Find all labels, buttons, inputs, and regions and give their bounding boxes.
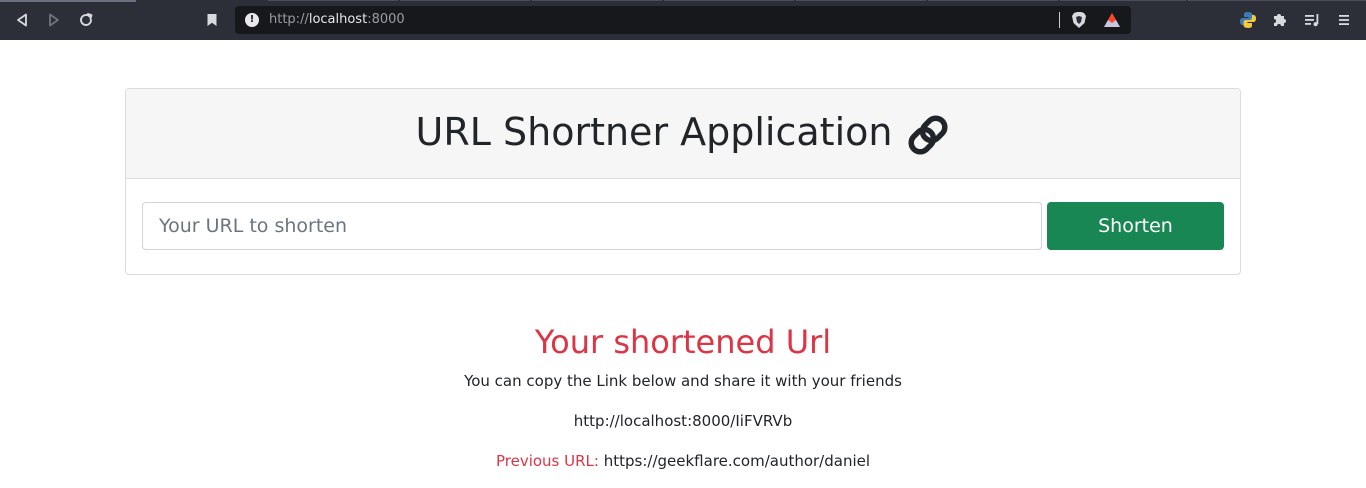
address-divider xyxy=(1059,12,1060,28)
previous-url-line: Previous URL: https://geekflare.com/auth… xyxy=(0,451,1366,471)
address-text[interactable]: http://localhost:8000 xyxy=(269,11,405,29)
forward-icon xyxy=(49,13,59,27)
back-icon xyxy=(17,13,27,27)
address-port: :8000 xyxy=(367,12,405,27)
shortened-url[interactable]: http://localhost:8000/IiFVRVb xyxy=(0,411,1366,431)
address-host: localhost xyxy=(308,12,368,27)
shorten-button[interactable]: Shorten xyxy=(1047,202,1224,250)
browser-toolbar: ! http://localhost:8000 xyxy=(0,0,1366,40)
card-header: URL Shortner Application xyxy=(126,89,1240,179)
tab-strip xyxy=(0,0,1366,2)
hamburger-menu-icon[interactable] xyxy=(1334,10,1354,30)
result-heading: Your shortened Url xyxy=(534,323,832,361)
previous-url-value[interactable]: https://geekflare.com/author/daniel xyxy=(604,452,870,470)
tab-segment xyxy=(928,0,1058,1)
tab-segment xyxy=(664,0,794,1)
info-icon[interactable]: ! xyxy=(245,13,259,27)
link-icon xyxy=(908,114,948,155)
active-tab-indicator xyxy=(0,0,136,2)
bookmark-icon xyxy=(207,14,217,26)
playlist-icon[interactable] xyxy=(1302,10,1322,30)
brave-rewards-icon[interactable] xyxy=(1103,12,1121,28)
tab-segment xyxy=(532,0,662,1)
page-title-text: URL Shortner Application xyxy=(415,110,893,154)
back-button[interactable] xyxy=(12,10,32,30)
bookmark-button[interactable] xyxy=(202,10,222,30)
previous-url-label: Previous URL: xyxy=(495,452,599,470)
brave-shield-icon[interactable] xyxy=(1071,11,1087,29)
tab-segment xyxy=(400,0,530,1)
tab-segment xyxy=(1188,0,1366,1)
tab-segment xyxy=(796,0,926,1)
tab-segment xyxy=(268,0,398,1)
shortener-card: URL Shortner Application Shorten xyxy=(125,88,1241,275)
reload-icon xyxy=(80,13,93,26)
puzzle-icon[interactable] xyxy=(1270,10,1290,30)
python-icon[interactable] xyxy=(1238,10,1258,30)
url-input[interactable] xyxy=(142,202,1042,250)
result-subtext: You can copy the Link below and share it… xyxy=(464,372,902,390)
address-bar[interactable]: ! http://localhost:8000 xyxy=(235,6,1131,34)
reload-button[interactable] xyxy=(76,10,96,30)
forward-button[interactable] xyxy=(44,10,64,30)
page-title: URL Shortner Application xyxy=(126,107,1240,157)
tab-segment xyxy=(1060,0,1186,1)
address-scheme: http:// xyxy=(269,12,309,27)
